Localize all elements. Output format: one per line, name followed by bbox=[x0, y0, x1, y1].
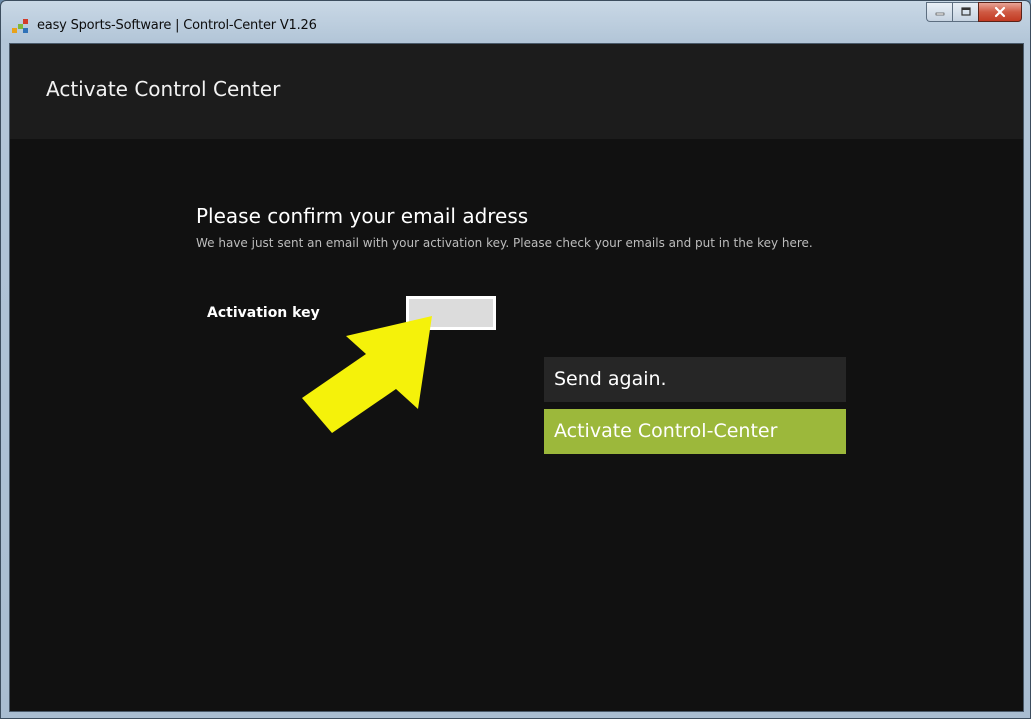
title-bar[interactable]: easy Sports-Software | Control-Center V1… bbox=[1, 1, 1030, 43]
section-heading: Please confirm your email adress bbox=[196, 204, 529, 228]
close-icon bbox=[994, 6, 1006, 18]
page-header: Activate Control Center bbox=[10, 44, 1023, 139]
minimize-icon bbox=[935, 12, 944, 16]
activate-control-center-button[interactable]: Activate Control-Center bbox=[544, 409, 846, 454]
window-controls bbox=[926, 2, 1022, 22]
close-button[interactable] bbox=[978, 2, 1022, 22]
app-window: easy Sports-Software | Control-Center V1… bbox=[0, 0, 1031, 719]
maximize-icon bbox=[960, 7, 971, 16]
maximize-button[interactable] bbox=[952, 2, 978, 22]
section-description: We have just sent an email with your act… bbox=[196, 236, 813, 250]
page-title: Activate Control Center bbox=[46, 77, 281, 101]
minimize-button[interactable] bbox=[926, 2, 952, 22]
send-again-button[interactable]: Send again. bbox=[544, 357, 846, 402]
yellow-arrow-icon bbox=[302, 316, 432, 433]
window-title: easy Sports-Software | Control-Center V1… bbox=[37, 18, 317, 33]
app-logo-icon bbox=[12, 19, 28, 33]
confirm-section: Please confirm your email adress We have… bbox=[196, 204, 836, 251]
client-area: Activate Control Center Please confirm y… bbox=[9, 43, 1024, 712]
